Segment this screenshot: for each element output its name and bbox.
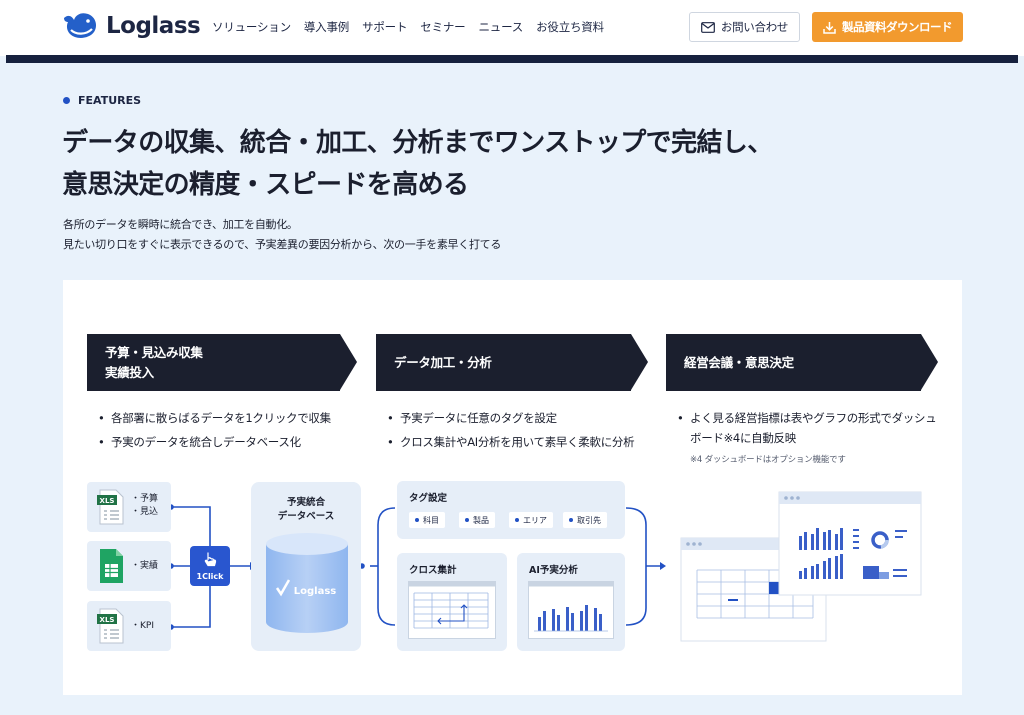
tag-chip: 科目 — [409, 512, 445, 528]
tag-settings-title: タグ設定 — [409, 493, 448, 504]
tag-chip: エリア — [509, 512, 553, 528]
bar-chart-icon — [528, 581, 614, 639]
database-cylinder-icon: Loglass — [266, 533, 348, 633]
ai-analysis-card: AI予実分析 — [517, 553, 625, 651]
source-tile-budget: XLS ・予算 ・見込 — [87, 482, 171, 532]
ai-analysis-title: AI予実分析 — [529, 565, 578, 576]
one-click-label: 1Click — [196, 572, 224, 581]
xls-file-icon: XLS — [97, 608, 124, 644]
database-caption: 予実統合 データベース — [277, 497, 335, 522]
cross-tab-table-icon — [408, 581, 496, 639]
source-label-kpi: ・KPI — [131, 621, 154, 631]
one-click-badge: 1Click — [190, 546, 230, 586]
sheets-file-icon — [100, 549, 123, 583]
svg-text:Loglass: Loglass — [294, 586, 337, 597]
dashboard-illustration — [680, 491, 922, 642]
svg-text:XLS: XLS — [100, 616, 115, 624]
source-label-actuals: ・実績 — [131, 561, 159, 571]
tag-chip: 取引先 — [563, 512, 607, 528]
tag-settings-card: タグ設定 科目 製品 エリア 取引先 — [397, 481, 625, 539]
cross-tab-title: クロス集計 — [409, 565, 457, 576]
source-tile-kpi: XLS ・KPI — [87, 601, 171, 651]
tag-chip: 製品 — [459, 512, 495, 528]
pointer-hand-icon — [204, 552, 217, 567]
cross-tab-card: クロス集計 — [397, 553, 507, 651]
dashboard-window — [778, 491, 922, 596]
source-tile-actuals: ・実績 — [87, 541, 171, 591]
source-label-budget: ・予算 ・見込 — [131, 494, 159, 517]
xls-file-icon: XLS — [97, 489, 124, 525]
svg-text:XLS: XLS — [100, 497, 115, 505]
